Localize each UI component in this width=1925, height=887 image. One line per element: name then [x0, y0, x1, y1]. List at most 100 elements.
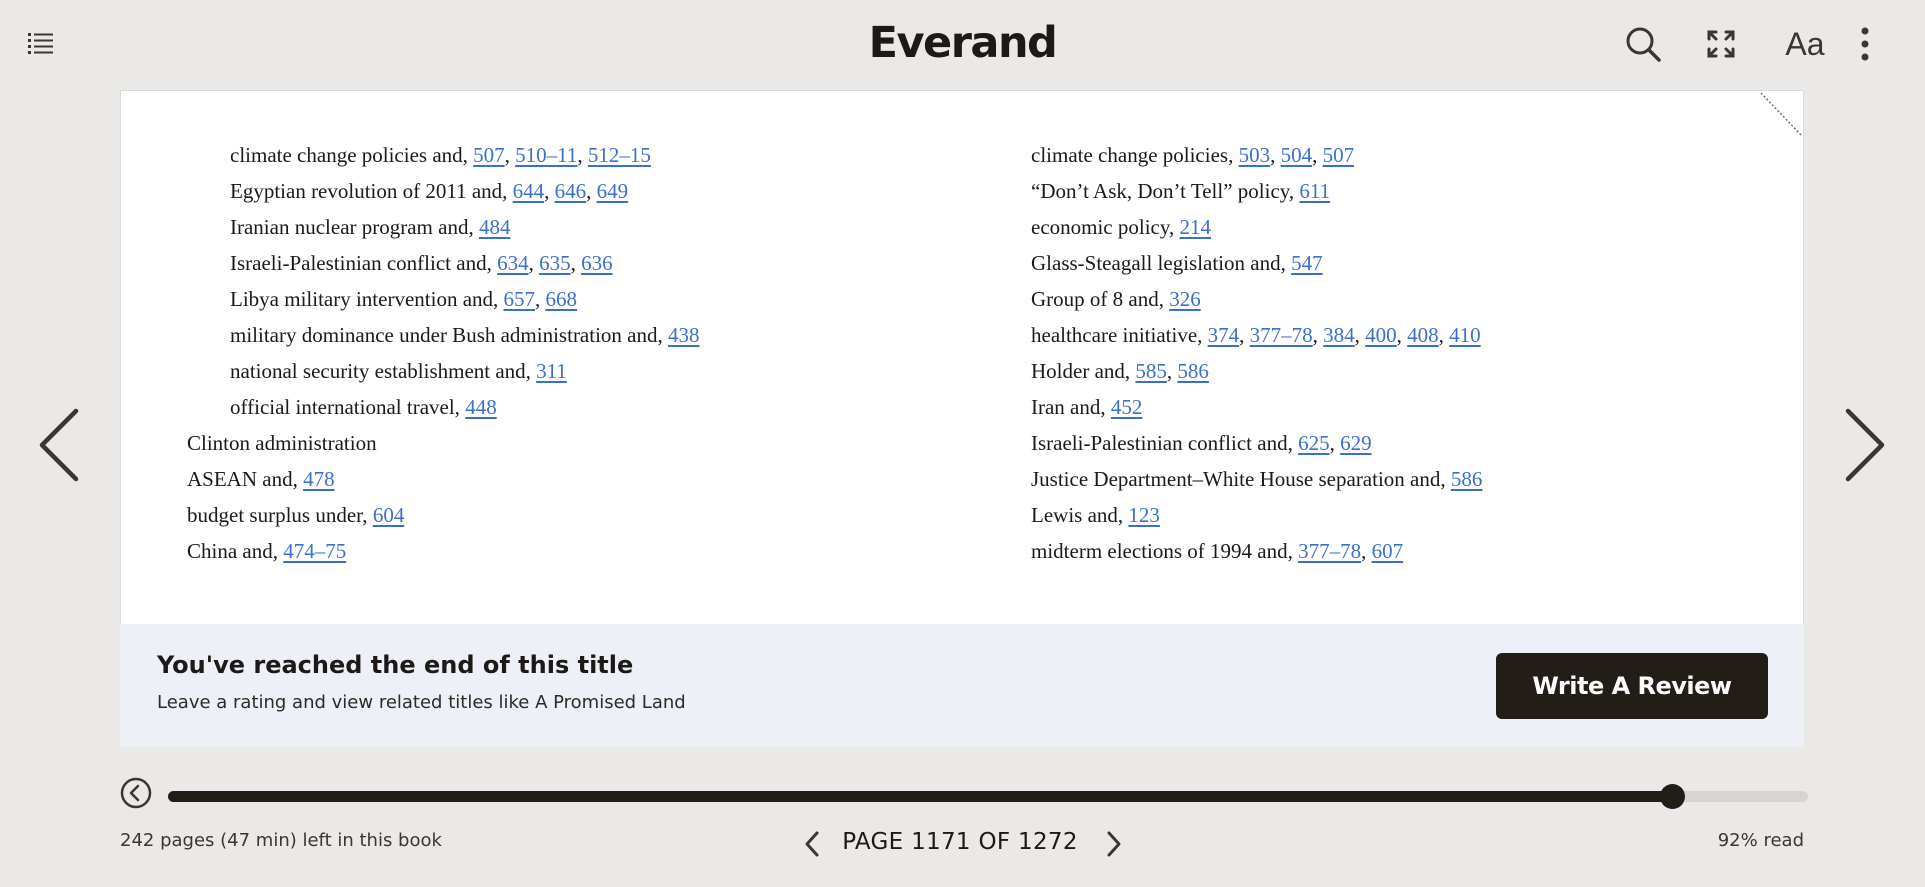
page-reference-link[interactable]: 547 [1291, 251, 1323, 275]
page-reference-link[interactable]: 625 [1298, 431, 1330, 455]
index-entry-text: Glass-Steagall legislation and, [1031, 251, 1292, 275]
separator: , [1239, 323, 1250, 347]
percent-read-text: 92% read [1717, 830, 1804, 851]
index-entry: Iranian nuclear program and, 484 [187, 209, 700, 245]
next-page-arrow[interactable] [1840, 405, 1890, 485]
index-entry: “Don’t Ask, Don’t Tell” policy, 611 [1031, 173, 1482, 209]
index-entry: Egyptian revolution of 2011 and, 644, 64… [187, 173, 700, 209]
chevron-right-icon [1845, 408, 1885, 482]
page-reference-link[interactable]: 214 [1180, 215, 1212, 239]
separator: , [535, 287, 546, 311]
page-reference-link[interactable]: 452 [1111, 395, 1143, 419]
page-reference-link[interactable]: 374 [1208, 323, 1240, 347]
reading-progress-slider[interactable] [168, 784, 1808, 809]
page-reference-link[interactable]: 646 [555, 179, 587, 203]
fullscreen-button[interactable] [1701, 24, 1741, 64]
page-reference-link[interactable]: 644 [513, 179, 545, 203]
index-entry-text: China and, [187, 539, 284, 563]
index-entry: China and, 474–75 [187, 533, 700, 569]
index-entry: Group of 8 and, 326 [1031, 281, 1482, 317]
page-reference-link[interactable]: 604 [373, 503, 405, 527]
page-reference-link[interactable]: 585 [1135, 359, 1167, 383]
page-reference-link[interactable]: 635 [539, 251, 571, 275]
page-reference-link[interactable]: 507 [473, 143, 505, 167]
progress-fill [168, 791, 1672, 802]
page-reference-link[interactable]: 507 [1323, 143, 1355, 167]
page-reference-link[interactable]: 607 [1372, 539, 1404, 563]
separator: , [1438, 323, 1450, 347]
page-reference-link[interactable]: 586 [1451, 467, 1483, 491]
index-entry-text: Libya military intervention and, [230, 287, 504, 311]
page-reference-link[interactable]: 377–78 [1250, 323, 1313, 347]
index-entry: climate change policies, 503, 504, 507 [1031, 137, 1482, 173]
page-reference-link[interactable]: 384 [1323, 323, 1355, 347]
back-circle-icon [120, 777, 152, 809]
separator: , [1312, 323, 1324, 347]
index-entry-text: climate change policies, [1031, 143, 1239, 167]
index-entry: Lewis and, 123 [1031, 497, 1482, 533]
top-bar: Everand Aa [0, 0, 1925, 90]
page-reference-link[interactable]: 474–75 [283, 539, 346, 563]
page-reference-link[interactable]: 377–78 [1298, 539, 1361, 563]
page-reference-link[interactable]: 657 [504, 287, 536, 311]
page-reference-link[interactable]: 634 [497, 251, 529, 275]
index-entry: ASEAN and, 478 [187, 461, 700, 497]
page-reference-link[interactable]: 326 [1169, 287, 1201, 311]
index-entry-text: climate change policies and, [230, 143, 474, 167]
banner-subtitle: Leave a rating and view related titles l… [157, 692, 686, 713]
index-entry: Libya military intervention and, 657, 66… [187, 281, 700, 317]
index-column-left: climate change policies and, 507, 510–11… [187, 137, 700, 569]
page-reference-link[interactable]: 484 [479, 215, 511, 239]
index-entry-text: economic policy, [1031, 215, 1180, 239]
page-reference-link[interactable]: 448 [465, 395, 497, 419]
font-settings-icon: Aa [1785, 25, 1825, 62]
more-vertical-icon [1861, 27, 1869, 61]
end-of-title-banner: You've reached the end of this title Lea… [120, 624, 1804, 747]
page-reference-link[interactable]: 512–15 [588, 143, 651, 167]
page-corner-fold-icon [1760, 92, 1802, 136]
index-entry-text: budget surplus under, [187, 503, 373, 527]
previous-page-arrow[interactable] [34, 405, 84, 485]
index-entry-text: military dominance under Bush administra… [230, 323, 668, 347]
index-entry: official international travel, 448 [187, 389, 700, 425]
font-settings-button[interactable]: Aa [1780, 24, 1830, 64]
index-entry: Clinton administration [187, 425, 700, 461]
index-entry-text: healthcare initiative, [1031, 323, 1208, 347]
index-entry-text: Egyptian revolution of 2011 and, [230, 179, 513, 203]
page-reference-link[interactable]: 504 [1281, 143, 1313, 167]
progress-handle[interactable] [1659, 784, 1685, 809]
page-reference-link[interactable]: 478 [303, 467, 335, 491]
page-reference-link[interactable]: 123 [1128, 503, 1160, 527]
index-entry: Holder and, 585, 586 [1031, 353, 1482, 389]
page-reference-link[interactable]: 611 [1299, 179, 1330, 203]
index-entry: Justice Department–White House separatio… [1031, 461, 1482, 497]
index-entry: budget surplus under, 604 [187, 497, 700, 533]
page-reference-link[interactable]: 311 [536, 359, 567, 383]
index-entry-text: ASEAN and, [187, 467, 304, 491]
page-reference-link[interactable]: 408 [1407, 323, 1439, 347]
index-entry: climate change policies and, 507, 510–11… [187, 137, 700, 173]
page-reference-link[interactable]: 510–11 [515, 143, 577, 167]
page-reference-link[interactable]: 400 [1365, 323, 1397, 347]
index-entry-text: national security establishment and, [230, 359, 537, 383]
page-reference-link[interactable]: 636 [581, 251, 613, 275]
write-review-button[interactable]: Write A Review [1496, 653, 1768, 719]
page-reference-link[interactable]: 410 [1449, 323, 1481, 347]
more-options-button[interactable] [1845, 24, 1885, 64]
page-reference-link[interactable]: 668 [546, 287, 578, 311]
page-next-button[interactable] [1102, 830, 1126, 858]
page-reference-link[interactable]: 586 [1177, 359, 1209, 383]
page-reference-link[interactable]: 503 [1239, 143, 1271, 167]
chevron-left-icon [39, 408, 79, 482]
index-entry-text: “Don’t Ask, Don’t Tell” policy, [1031, 179, 1300, 203]
index-entry: Glass-Steagall legislation and, 547 [1031, 245, 1482, 281]
separator: , [544, 179, 555, 203]
index-entry: military dominance under Bush administra… [187, 317, 700, 353]
page-reference-link[interactable]: 649 [597, 179, 629, 203]
page-reference-link[interactable]: 629 [1340, 431, 1372, 455]
return-position-button[interactable] [120, 777, 152, 809]
search-button[interactable] [1623, 24, 1663, 64]
index-entry: midterm elections of 1994 and, 377–78, 6… [1031, 533, 1482, 569]
page-reference-link[interactable]: 438 [668, 323, 700, 347]
book-page: climate change policies and, 507, 510–11… [120, 90, 1804, 624]
